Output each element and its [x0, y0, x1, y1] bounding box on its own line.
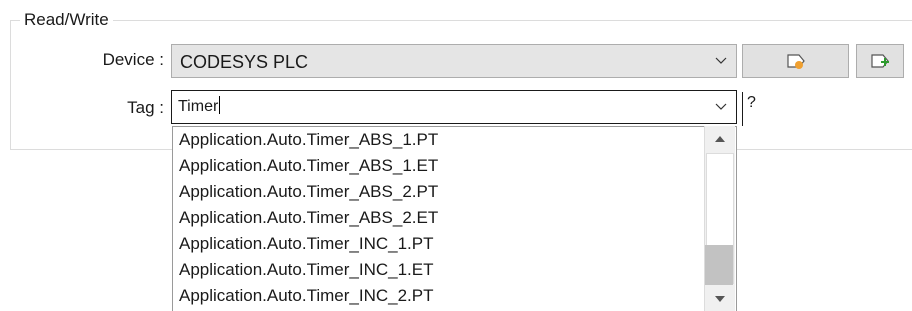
list-item[interactable]: Application.Auto.Timer_INC_2.PT: [179, 283, 433, 309]
chevron-down-icon: [715, 103, 727, 110]
tag-dropdown-list: Application.Auto.Timer_ABS_1.PT Applicat…: [172, 126, 737, 311]
group-title: Read/Write: [20, 8, 113, 32]
list-item[interactable]: Application.Auto.Timer_ABS_1.PT: [179, 127, 438, 153]
tag-button[interactable]: [742, 44, 849, 78]
device-label: Device :: [102, 50, 164, 69]
arrow-down-icon: [715, 296, 725, 302]
text-caret: [219, 96, 221, 114]
read-write-panel: Read/Write Device : CODESYS PLC Tag : Ti…: [0, 0, 912, 311]
tag-input[interactable]: Timer: [178, 96, 221, 118]
list-item[interactable]: Application.Auto.Timer_INC_1.PT: [179, 231, 433, 257]
add-tag-button[interactable]: [856, 44, 904, 78]
list-item[interactable]: Application.Auto.Timer_ABS_2.ET: [179, 205, 438, 231]
tag-input-text: Timer: [178, 98, 219, 115]
tag-combobox[interactable]: Timer: [171, 90, 737, 124]
scroll-up-button[interactable]: [705, 128, 735, 150]
arrow-up-icon: [715, 136, 725, 142]
scroll-thumb[interactable]: [705, 245, 733, 285]
list-item[interactable]: Application.Auto.Timer_ABS_2.PT: [179, 179, 438, 205]
device-combobox[interactable]: CODESYS PLC: [171, 44, 737, 78]
scroll-down-button[interactable]: [705, 288, 735, 310]
list-item[interactable]: Application.Auto.Timer_INC_1.ET: [179, 257, 433, 283]
tag-label: Tag :: [127, 98, 164, 117]
list-item[interactable]: Application.Auto.Timer_ABS_1.ET: [179, 153, 438, 179]
tag-add-icon: [871, 54, 889, 68]
device-value: CODESYS PLC: [180, 52, 309, 72]
help-indicator: ?: [742, 92, 756, 126]
chevron-down-icon: [715, 57, 727, 64]
tag-icon: [786, 54, 805, 69]
